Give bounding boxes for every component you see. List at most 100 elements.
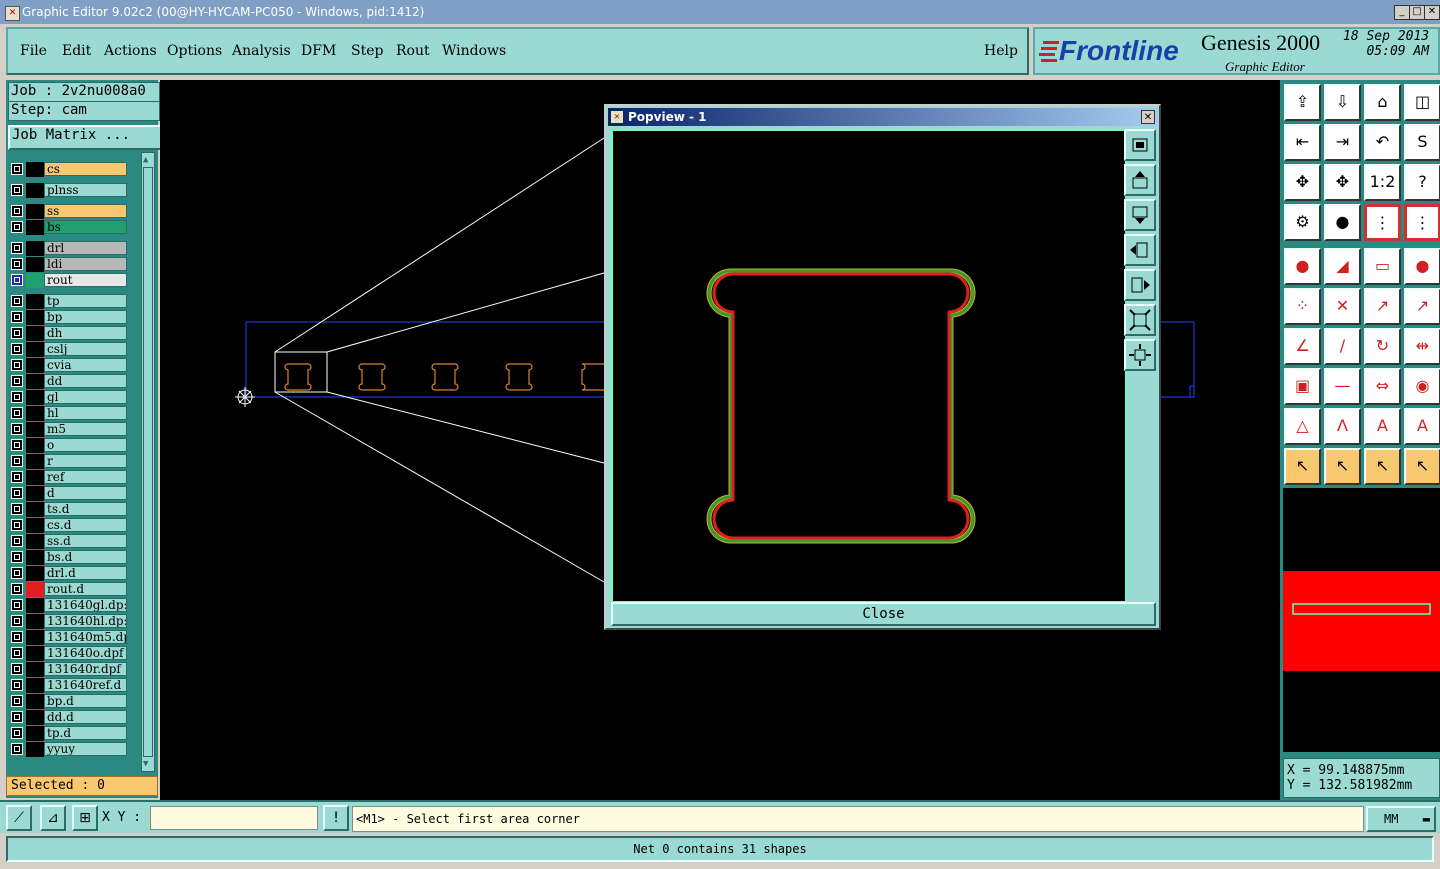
- layer-color-swatch[interactable]: [26, 566, 44, 581]
- layer-color-swatch[interactable]: [26, 257, 44, 272]
- layer-color-swatch[interactable]: [26, 662, 44, 677]
- menu-actions[interactable]: Actions: [104, 43, 157, 59]
- layer-checkbox[interactable]: [11, 567, 23, 579]
- layer-row-131640gl-dp-[interactable]: 131640gl.dp:: [9, 598, 129, 613]
- popview-zoom-out-button[interactable]: [1124, 339, 1156, 371]
- maximize-button[interactable]: □: [1409, 5, 1425, 20]
- layer-row-rout[interactable]: rout: [9, 273, 129, 288]
- layer-row-dd-d[interactable]: dd.d: [9, 710, 129, 725]
- layer-checkbox[interactable]: [11, 274, 23, 286]
- slash-icon[interactable]: /: [1324, 328, 1361, 365]
- layer-checkbox[interactable]: [11, 343, 23, 355]
- delete-icon[interactable]: ✕: [1324, 288, 1361, 325]
- layer-checkbox[interactable]: [11, 711, 23, 723]
- triangle-edit-icon[interactable]: △: [1284, 408, 1321, 445]
- layer-color-swatch[interactable]: [26, 534, 44, 549]
- layer-row-ref[interactable]: ref: [9, 470, 129, 485]
- xy-input[interactable]: [150, 806, 318, 830]
- layer-color-swatch[interactable]: [26, 183, 44, 198]
- layer-row-o[interactable]: o: [9, 438, 129, 453]
- layer-row-m5[interactable]: m5: [9, 422, 129, 437]
- zoom-home-icon[interactable]: ⇪: [1284, 84, 1321, 121]
- layer-checkbox[interactable]: [11, 295, 23, 307]
- layer-row-cs[interactable]: cs: [9, 162, 129, 177]
- layer-name[interactable]: ref: [44, 470, 127, 484]
- layer-row-ts-d[interactable]: ts.d: [9, 502, 129, 517]
- mirror-icon[interactable]: ⇹: [1404, 328, 1440, 365]
- popview-pan-up-button[interactable]: [1124, 164, 1156, 196]
- layer-name[interactable]: bp: [44, 310, 127, 324]
- grid-icon[interactable]: ⊞: [72, 805, 98, 831]
- layer-name[interactable]: tp.d: [44, 726, 127, 740]
- layer-checkbox[interactable]: [11, 327, 23, 339]
- layer-row-drl[interactable]: drl: [9, 241, 129, 256]
- undo-view-icon[interactable]: ↶: [1364, 124, 1401, 161]
- layer-row-dh[interactable]: dh: [9, 326, 129, 341]
- select-net-icon[interactable]: ↖: [1404, 448, 1440, 485]
- scroll-down-icon[interactable]: ▼: [143, 759, 148, 769]
- pointer-icon[interactable]: ●: [1324, 204, 1361, 241]
- layer-checkbox[interactable]: [11, 375, 23, 387]
- layer-row-bp-d[interactable]: bp.d: [9, 694, 129, 709]
- layer-checkbox[interactable]: [11, 615, 23, 627]
- layer-name[interactable]: drl: [44, 241, 127, 255]
- info-button[interactable]: !: [323, 805, 349, 831]
- scroll-up-icon[interactable]: ▲: [143, 155, 148, 165]
- layer-row-ss[interactable]: ss: [9, 204, 129, 219]
- snap-icon[interactable]: ⟋: [6, 805, 32, 831]
- layer-row-131640hl-dp-[interactable]: 131640hl.dp:: [9, 614, 129, 629]
- layer-color-swatch[interactable]: [26, 422, 44, 437]
- layer-color-swatch[interactable]: [26, 598, 44, 613]
- layer-name[interactable]: d: [44, 486, 127, 500]
- layer-name[interactable]: dd.d: [44, 710, 127, 724]
- draw-line-icon[interactable]: ◢: [1324, 248, 1361, 285]
- rotate-icon[interactable]: ↻: [1364, 328, 1401, 365]
- layer-checkbox[interactable]: [11, 359, 23, 371]
- snake-icon[interactable]: S: [1404, 124, 1440, 161]
- layer-checkbox[interactable]: [11, 727, 23, 739]
- layer-name[interactable]: cs.d: [44, 518, 127, 532]
- layer-row-yyuy[interactable]: yyuy: [9, 742, 129, 757]
- layer-select-icon[interactable]: ⋮: [1364, 204, 1401, 241]
- popview-zoom-in-button[interactable]: [1124, 304, 1156, 336]
- flip-icon[interactable]: —: [1324, 368, 1361, 405]
- layer-row-cvia[interactable]: cvia: [9, 358, 129, 373]
- layer-color-swatch[interactable]: [26, 502, 44, 517]
- layer-color-swatch[interactable]: [26, 550, 44, 565]
- layer-checkbox[interactable]: [11, 599, 23, 611]
- layer-color-swatch[interactable]: [26, 162, 44, 177]
- layer-checkbox[interactable]: [11, 503, 23, 515]
- layer-color-swatch[interactable]: [26, 470, 44, 485]
- layer-color-swatch[interactable]: [26, 726, 44, 741]
- help-icon[interactable]: ?: [1404, 164, 1440, 201]
- menu-help[interactable]: Help: [984, 43, 1018, 59]
- layer-checkbox[interactable]: [11, 471, 23, 483]
- settings-icon[interactable]: ⚙: [1284, 204, 1321, 241]
- layer-checkbox[interactable]: [11, 631, 23, 643]
- layer-checkbox[interactable]: [11, 184, 23, 196]
- menu-dfm[interactable]: DFM: [301, 43, 336, 59]
- layer-color-swatch[interactable]: [26, 678, 44, 693]
- layer-color-swatch[interactable]: [26, 710, 44, 725]
- menu-options[interactable]: Options: [167, 43, 222, 59]
- layer-name[interactable]: ldi: [44, 257, 127, 271]
- layer-name[interactable]: dd: [44, 374, 127, 388]
- layer-name[interactable]: yyuy: [44, 742, 127, 756]
- layer-checkbox[interactable]: [11, 695, 23, 707]
- zoom-reset-icon[interactable]: ⇩: [1324, 84, 1361, 121]
- layer-color-swatch[interactable]: [26, 374, 44, 389]
- layer-row-tp[interactable]: tp: [9, 294, 129, 309]
- layer-row-bs[interactable]: bs: [9, 220, 129, 235]
- layer-row-131640m5-dp-[interactable]: 131640m5.dp:: [9, 630, 129, 645]
- pan-left-icon[interactable]: ⇤: [1284, 124, 1321, 161]
- menu-edit[interactable]: Edit: [62, 43, 91, 59]
- layer-checkbox[interactable]: [11, 679, 23, 691]
- connect-icon[interactable]: ⁘: [1284, 288, 1321, 325]
- layer-color-swatch[interactable]: [26, 310, 44, 325]
- menu-rout[interactable]: Rout: [396, 43, 430, 59]
- layer-checkbox[interactable]: [11, 423, 23, 435]
- polygon-edit-icon[interactable]: A: [1404, 408, 1440, 445]
- layer-row-bs-d[interactable]: bs.d: [9, 550, 129, 565]
- popview-pan-down-button[interactable]: [1124, 199, 1156, 231]
- layer-color-swatch[interactable]: [26, 614, 44, 629]
